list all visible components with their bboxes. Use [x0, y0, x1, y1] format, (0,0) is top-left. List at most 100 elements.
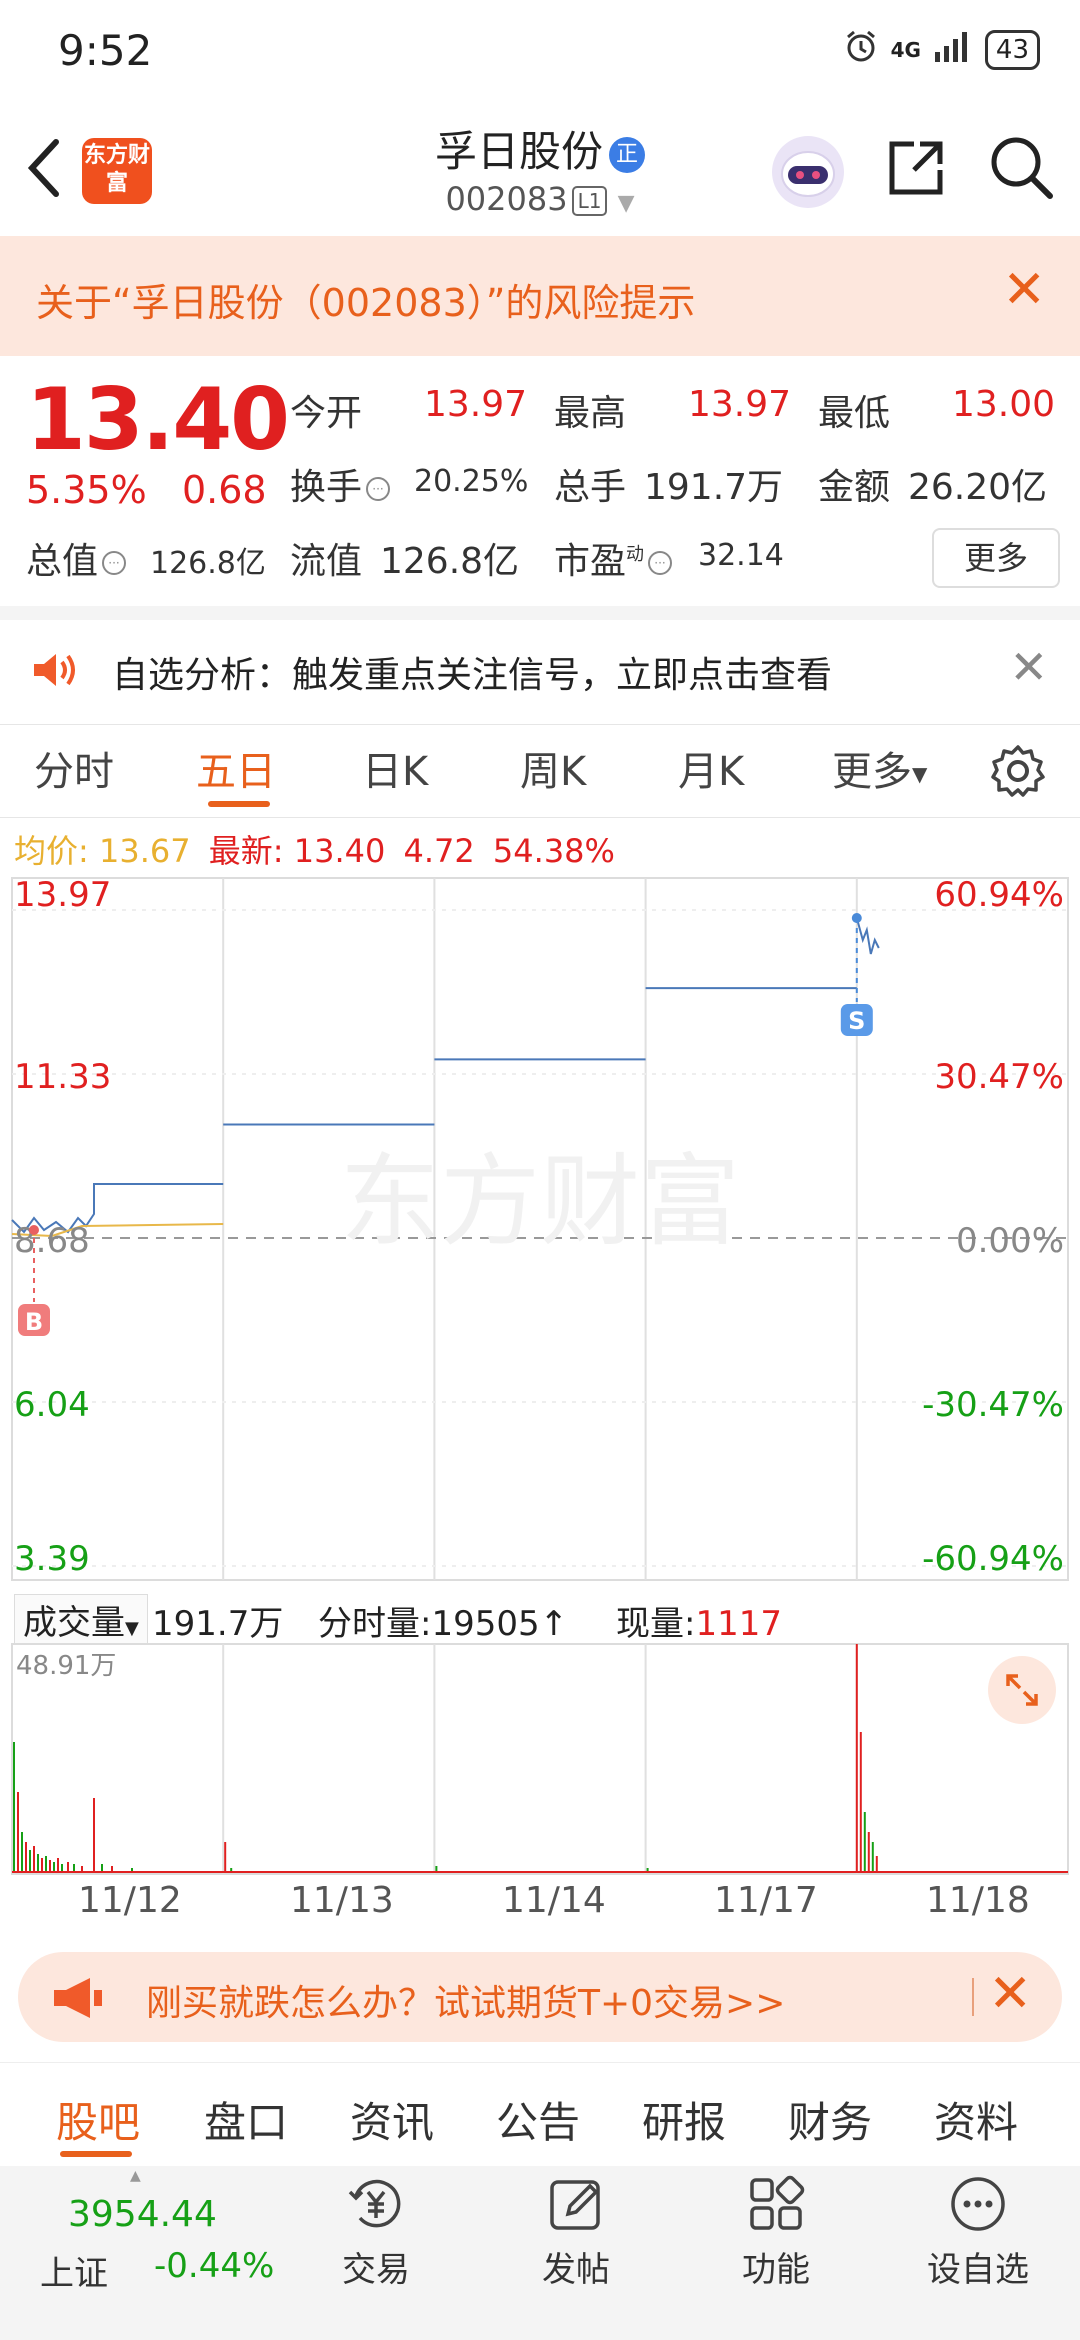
stock-code: 002083: [445, 180, 568, 218]
change-percent: 5.35%: [26, 468, 147, 512]
date-label: 11/12: [78, 1880, 182, 1921]
close-icon[interactable]: ✕: [1009, 640, 1048, 694]
nav-trade-label: 交易: [342, 2250, 410, 2290]
current-price: 13.40: [26, 370, 290, 470]
amount-value: 26.20亿: [908, 467, 1048, 508]
quote-panel: 13.40 5.35% 0.68 今开 13.97 最高 13.97 最低 13…: [0, 356, 1080, 606]
edit-post-icon: [546, 2174, 606, 2234]
float-value-label: 流值: [290, 541, 363, 582]
current-volume-value: 1117: [695, 1604, 782, 1644]
chart-period-tabs: 分时 五日 日K 周K 月K 更多▼: [0, 724, 1080, 818]
network-label: 4G: [890, 37, 921, 62]
close-icon[interactable]: ✕: [988, 1964, 1032, 2024]
y-axis-right-label: 60.94%: [934, 876, 1064, 915]
pe-label[interactable]: 市盈动 ···: [554, 532, 676, 584]
index-value: 3954.44: [68, 2194, 217, 2235]
tab-intraday[interactable]: 分时: [34, 739, 114, 797]
date-axis: 11/12 11/13 11/14 11/17 11/18: [0, 1880, 1080, 1930]
tab-order-book[interactable]: 盘口: [204, 2089, 288, 2150]
nav-post[interactable]: 发帖: [516, 2174, 636, 2291]
total-value-label[interactable]: 总值 ···: [26, 532, 130, 584]
share-icon[interactable]: [884, 136, 948, 204]
open-label: 今开: [290, 393, 363, 434]
signal-icon: [933, 30, 973, 69]
tab-more-label: 更多: [832, 749, 912, 795]
stock-header: 东方财富 孚日股份正 002083 L1 ▼: [0, 100, 1080, 237]
date-label: 11/18: [926, 1880, 1030, 1921]
tab-weekly-k[interactable]: 周K: [520, 739, 586, 797]
price-summary-line: 均价: 13.67 最新: 13.40 4.72 54.38%: [14, 826, 615, 872]
turnover-label-text: 换手: [290, 467, 363, 508]
chart-watermark: 东方财富: [340, 1143, 740, 1260]
turnover-label[interactable]: 换手 ···: [290, 458, 394, 510]
high-value: 13.97: [688, 384, 792, 425]
y-axis-left-label: 13.97: [14, 876, 111, 915]
nav-add-watchlist-label: 设自选: [927, 2250, 1029, 2290]
trade-yen-icon: [346, 2174, 406, 2234]
tab-monthly-k[interactable]: 月K: [678, 739, 744, 797]
avg-price-label: 均价:: [14, 832, 89, 870]
interval-volume-value: 19505: [431, 1604, 540, 1644]
index-change: -0.44%: [154, 2246, 275, 2286]
alarm-icon: [843, 28, 879, 71]
analysis-banner[interactable]: 自选分析：触发重点关注信号，立即点击查看 ✕: [0, 606, 1080, 724]
volume-header: 成交量▼ 191.7万 分时量:19505↑ 现量:1117: [0, 1588, 1080, 1645]
interval-volume: 分时量:19505↑: [318, 1604, 569, 1644]
current-volume-label: 现量:: [616, 1604, 696, 1644]
info-icon: ···: [102, 551, 127, 575]
open-value: 13.97: [424, 384, 528, 425]
more-quote-button[interactable]: 更多: [932, 528, 1060, 588]
low-value: 13.00: [952, 384, 1056, 425]
volume-chart[interactable]: 48.91万: [0, 1642, 1080, 1876]
y-axis-right-label: -60.94%: [922, 1539, 1064, 1579]
bottom-nav: ▲ 3954.44 上证 -0.44% 交易 发帖 功能 设自选: [0, 2166, 1080, 2340]
status-bar: 9:52 4G 43: [0, 0, 1080, 100]
low-label: 最低: [818, 393, 891, 434]
y-axis-right-label: 0.00%: [956, 1221, 1064, 1261]
tab-five-day[interactable]: 五日: [196, 739, 276, 797]
search-icon[interactable]: [988, 134, 1054, 204]
five-day-price-chart[interactable]: 东方财富 13.97 11.33 8.68 6.04 3.39 60.94% 30.47% 0…: [0, 876, 1080, 1582]
volume-frame: [11, 1643, 1069, 1875]
futures-promo-banner[interactable]: 刚买就跌怎么办？试试期货T+0交易>> ✕: [18, 1952, 1062, 2042]
index-name: 上证: [40, 2254, 108, 2294]
analysis-text: 自选分析：触发重点关注信号，立即点击查看: [112, 655, 833, 696]
tab-more[interactable]: 更多▼: [832, 739, 927, 797]
info-tabs: 股吧 盘口 资讯 公告 研报 财务 资料: [0, 2062, 1080, 2167]
y-axis-left-label: 3.39: [14, 1539, 90, 1579]
speaker-icon: [30, 650, 78, 694]
promo-text: 刚买就跌怎么办？试试期货T+0交易>>: [146, 1983, 786, 2024]
tab-profile[interactable]: 资料: [934, 2089, 1018, 2150]
tab-research[interactable]: 研报: [642, 2089, 726, 2150]
tab-finance[interactable]: 财务: [788, 2089, 872, 2150]
promo-divider: [972, 1978, 974, 2016]
float-value: 126.8亿: [380, 541, 520, 582]
current-volume: 现量:1117: [616, 1596, 782, 1645]
nav-add-watchlist[interactable]: 设自选: [918, 2174, 1038, 2291]
risk-warning-banner[interactable]: 关于“孚日股份（002083）”的风险提示 ✕: [0, 236, 1080, 356]
tab-announcements[interactable]: 公告: [496, 2089, 580, 2150]
robot-avatar-icon[interactable]: [768, 132, 848, 216]
high-label: 最高: [554, 393, 627, 434]
tab-daily-k[interactable]: 日K: [362, 739, 428, 797]
status-icons: 4G 43: [843, 28, 1040, 71]
settings-gear-icon[interactable]: [990, 743, 1046, 803]
volume-label: 总手: [554, 467, 627, 508]
volume-selector[interactable]: 成交量▼: [14, 1594, 148, 1645]
nav-functions[interactable]: 功能: [716, 2174, 836, 2291]
status-time: 9:52: [58, 26, 153, 75]
tab-guba[interactable]: 股吧: [56, 2089, 140, 2150]
date-label: 11/14: [502, 1880, 606, 1921]
buy-point: [29, 1225, 39, 1235]
info-icon: ···: [648, 551, 673, 575]
nav-trade[interactable]: 交易: [316, 2174, 436, 2291]
interval-volume-label: 分时量:: [318, 1604, 432, 1644]
close-icon[interactable]: ✕: [1002, 264, 1046, 316]
caret-down-icon: ▼: [912, 762, 928, 786]
tab-news[interactable]: 资讯: [350, 2089, 434, 2150]
caret-up-icon: ▲: [130, 2168, 141, 2184]
volume-total: 191.7万: [152, 1604, 284, 1644]
stock-name: 孚日股份: [434, 127, 603, 176]
grid-apps-icon: [746, 2174, 806, 2234]
latest-change: 4.72: [403, 832, 475, 870]
